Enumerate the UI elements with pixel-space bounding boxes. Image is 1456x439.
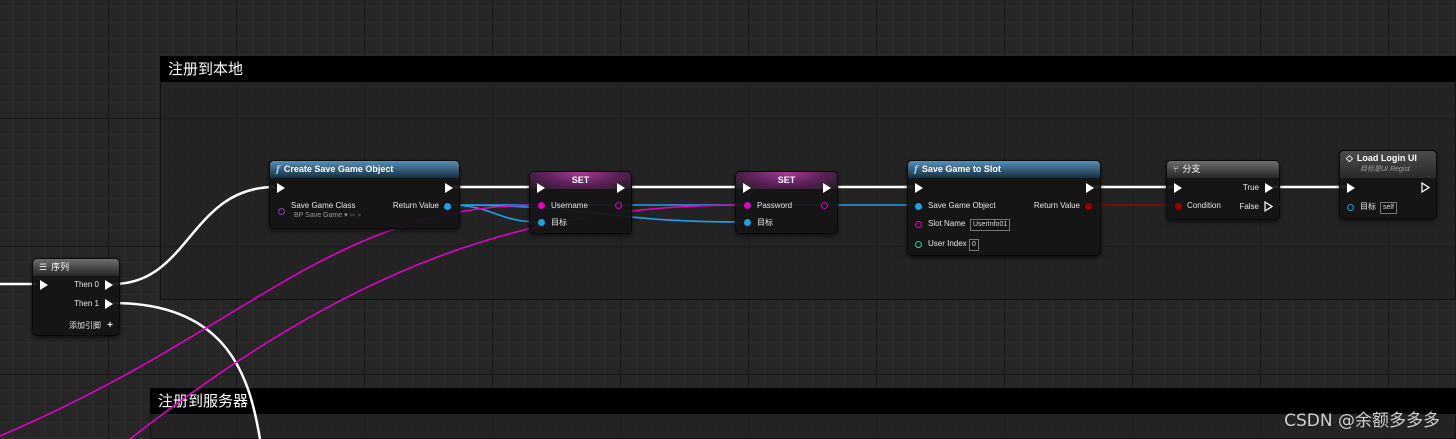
save-game-class-value: BP Save Game xyxy=(294,212,343,219)
save-game-object-label: Save Game Object xyxy=(928,201,996,210)
sequence-node-header: ☰ 序列 xyxy=(33,259,119,276)
exec-wire-then0 xyxy=(112,185,276,286)
dropdown-arrow-icon: ▾ xyxy=(344,212,348,219)
set-username-node[interactable]: SET Username 目标 xyxy=(529,171,632,234)
load-login-ui-header: ◇ Load Login UI 目标是UI Regist xyxy=(1340,151,1436,178)
set-username-exec-out-pin[interactable] xyxy=(617,183,625,193)
browse-arrow-icon[interactable]: ⇦ xyxy=(350,212,356,219)
save-game-class-pin[interactable] xyxy=(278,208,285,215)
branch-condition-label: Condition xyxy=(1187,201,1221,210)
set-username-value-pin[interactable] xyxy=(538,202,545,209)
event-diamond-icon: ◇ xyxy=(1346,153,1353,163)
set-username-header: SET xyxy=(530,172,631,189)
load-login-ui-node[interactable]: ◇ Load Login UI 目标是UI Regist 目标 self xyxy=(1339,150,1437,219)
search-icon[interactable]: ⌕ xyxy=(357,212,361,219)
sequence-add-pin-label[interactable]: 添加引脚 xyxy=(69,320,101,332)
set-username-var-label: Username xyxy=(551,201,588,210)
branch-false-pin[interactable] xyxy=(1264,201,1273,212)
slot-name-input[interactable]: UserInfo01 xyxy=(970,219,1011,231)
set-password-node[interactable]: SET Password 目标 xyxy=(735,171,838,234)
branch-false-label: False xyxy=(1239,202,1259,211)
sequence-title: 序列 xyxy=(51,262,70,272)
sequence-node[interactable]: ☰ 序列 Then 0 Then 1 添加引脚 + xyxy=(32,258,120,336)
set-password-var-label: Password xyxy=(757,201,793,210)
user-index-label: User Index xyxy=(928,239,967,248)
set-username-target-pin[interactable] xyxy=(538,219,545,226)
set-password-out-pin[interactable] xyxy=(821,202,828,209)
sequence-then0-pin[interactable] xyxy=(105,280,113,290)
exec-wire-then1 xyxy=(112,301,262,439)
sequence-then1-label: Then 1 xyxy=(74,299,99,308)
branch-condition-pin[interactable] xyxy=(1175,203,1182,210)
set-password-value-pin[interactable] xyxy=(744,202,751,209)
branch-title: 分支 xyxy=(1182,164,1201,174)
create-save-return-pin[interactable] xyxy=(444,203,451,210)
user-index-input[interactable]: 0 xyxy=(969,239,979,251)
set-password-header: SET xyxy=(736,172,837,189)
string-wire-password xyxy=(129,204,747,439)
create-save-return-label: Return Value xyxy=(392,201,439,210)
set-username-exec-in-pin[interactable] xyxy=(537,183,545,193)
save-slot-exec-in-pin[interactable] xyxy=(915,183,923,193)
create-save-game-node[interactable]: f Create Save Game Object Save Game Class… xyxy=(269,160,460,229)
sequence-then1-pin[interactable] xyxy=(105,299,113,309)
load-login-ui-title: Load Login UI xyxy=(1356,153,1417,163)
branch-node[interactable]: ⑂ 分支 True Condition False xyxy=(1166,160,1280,220)
save-slot-return-label: Return Value xyxy=(1033,201,1080,210)
set-password-title: SET xyxy=(777,175,796,185)
save-game-to-slot-node[interactable]: f Save Game to Slot Save Game Object Retu… xyxy=(907,160,1101,256)
save-game-object-pin[interactable] xyxy=(915,203,922,210)
load-ui-target-pin[interactable] xyxy=(1347,204,1354,211)
set-password-target-label: 目标 xyxy=(757,218,773,227)
save-slot-exec-out-pin[interactable] xyxy=(1086,183,1094,193)
function-icon: f xyxy=(914,165,918,175)
slot-name-pin[interactable] xyxy=(915,221,922,228)
save-game-to-slot-title: Save Game to Slot xyxy=(921,164,1001,174)
save-game-to-slot-header: f Save Game to Slot xyxy=(908,161,1100,178)
branch-true-pin[interactable] xyxy=(1265,183,1273,193)
sequence-icon: ☰ xyxy=(39,262,48,272)
create-save-game-title: Create Save Game Object xyxy=(283,164,394,174)
set-password-exec-in-pin[interactable] xyxy=(743,183,751,193)
user-index-pin[interactable] xyxy=(915,241,922,248)
load-ui-target-label: 目标 xyxy=(1360,202,1376,211)
set-password-exec-out-pin[interactable] xyxy=(823,183,831,193)
set-username-out-pin[interactable] xyxy=(615,202,622,209)
sequence-then0-label: Then 0 xyxy=(74,280,99,289)
load-ui-target-input[interactable]: self xyxy=(1380,202,1397,214)
watermark: CSDN @余额多多多 xyxy=(1284,411,1440,431)
create-save-game-header: f Create Save Game Object xyxy=(270,161,459,178)
set-username-title: SET xyxy=(571,175,590,185)
create-save-exec-in-pin[interactable] xyxy=(277,183,285,193)
set-username-target-label: 目标 xyxy=(551,218,567,227)
load-ui-exec-out-pin[interactable] xyxy=(1421,182,1430,193)
function-icon: f xyxy=(276,165,280,175)
slot-name-label: Slot Name xyxy=(928,219,966,228)
set-password-target-pin[interactable] xyxy=(744,219,751,226)
branch-exec-in-pin[interactable] xyxy=(1174,183,1182,193)
branch-header: ⑂ 分支 xyxy=(1167,161,1279,178)
create-save-exec-out-pin[interactable] xyxy=(445,183,453,193)
branch-true-label: True xyxy=(1242,183,1259,192)
add-pin-plus-icon[interactable]: + xyxy=(107,320,113,332)
sequence-exec-in-pin[interactable] xyxy=(40,280,48,290)
load-login-ui-subtitle: 目标是UI Regist xyxy=(1360,166,1410,173)
load-ui-exec-in-pin[interactable] xyxy=(1347,183,1355,193)
save-game-class-dropdown[interactable]: BP Save Game ▾ ⇦ ⌕ xyxy=(294,210,361,222)
save-slot-return-pin[interactable] xyxy=(1085,203,1092,210)
branch-icon: ⑂ xyxy=(1173,164,1179,174)
